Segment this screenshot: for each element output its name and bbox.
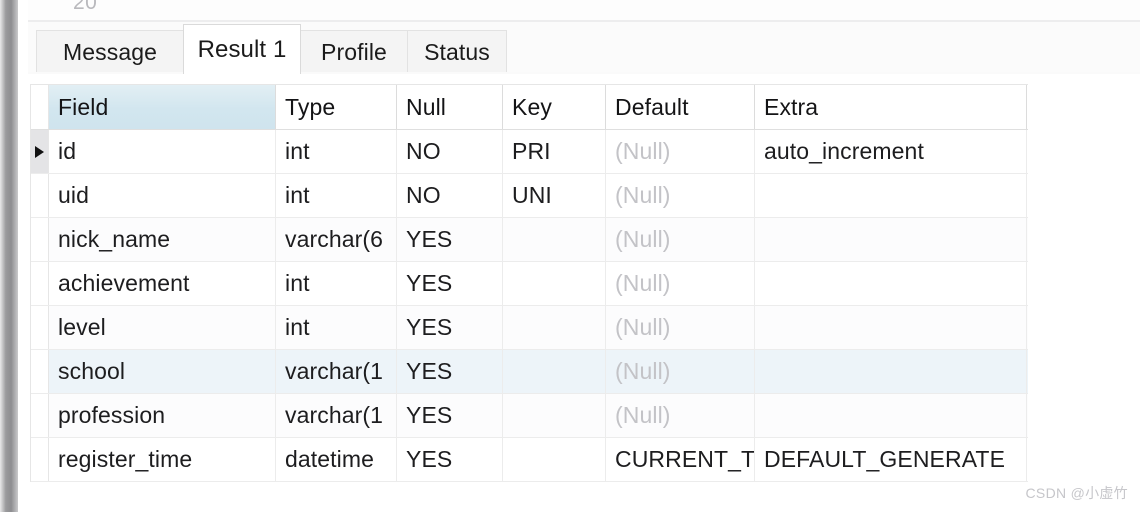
- row-gutter[interactable]: [31, 262, 49, 305]
- cell-key[interactable]: [503, 306, 606, 349]
- tab-result-1[interactable]: Result 1: [183, 24, 301, 74]
- cell-type[interactable]: int: [276, 306, 397, 349]
- row-gutter[interactable]: [31, 130, 49, 173]
- cell-null[interactable]: YES: [397, 350, 503, 393]
- cell-type[interactable]: varchar(1: [276, 350, 397, 393]
- cell-field[interactable]: level: [49, 306, 276, 349]
- cell-field[interactable]: profession: [49, 394, 276, 437]
- cell-field[interactable]: uid: [49, 174, 276, 217]
- watermark: CSDN @小虚竹: [1025, 485, 1128, 501]
- cell-key[interactable]: [503, 394, 606, 437]
- current-row-caret-icon: [35, 145, 44, 158]
- cell-default[interactable]: (Null): [606, 306, 755, 349]
- cell-default[interactable]: (Null): [606, 218, 755, 261]
- cell-default[interactable]: (Null): [606, 130, 755, 173]
- cell-type[interactable]: int: [276, 174, 397, 217]
- cell-extra[interactable]: [755, 218, 1027, 261]
- cell-extra[interactable]: [755, 174, 1027, 217]
- table-row[interactable]: register_time datetime YES CURRENT_T DEFAULT…: [31, 438, 1028, 482]
- cell-extra[interactable]: auto_increment: [755, 130, 1027, 173]
- cell-extra[interactable]: [755, 262, 1027, 305]
- table-row[interactable]: profession varchar(1 YES (Null): [31, 394, 1028, 438]
- cell-field[interactable]: nick_name: [49, 218, 276, 261]
- window-left-inner-edge: [18, 0, 28, 512]
- grid-header-row: Field Type Null Key Default Extra: [31, 85, 1028, 130]
- cell-null[interactable]: YES: [397, 438, 503, 481]
- cell-type[interactable]: varchar(1: [276, 394, 397, 437]
- cell-extra[interactable]: DEFAULT_GENERATE: [755, 438, 1027, 481]
- cell-key[interactable]: [503, 218, 606, 261]
- column-header-default[interactable]: Default: [606, 85, 755, 129]
- table-row[interactable]: level int YES (Null): [31, 306, 1028, 350]
- table-row[interactable]: school varchar(1 YES (Null): [31, 350, 1028, 394]
- cell-field[interactable]: id: [49, 130, 276, 173]
- column-header-field[interactable]: Field: [49, 85, 276, 129]
- column-header-extra[interactable]: Extra: [755, 85, 1027, 129]
- cell-default[interactable]: (Null): [606, 174, 755, 217]
- cell-key[interactable]: [503, 438, 606, 481]
- cell-key[interactable]: [503, 262, 606, 305]
- top-strip: 20: [28, 0, 1140, 22]
- cell-extra[interactable]: [755, 394, 1027, 437]
- cell-default[interactable]: (Null): [606, 262, 755, 305]
- row-gutter[interactable]: [31, 350, 49, 393]
- window-left-edge: [0, 0, 18, 512]
- column-header-key[interactable]: Key: [503, 85, 606, 129]
- cell-null[interactable]: NO: [397, 130, 503, 173]
- cell-key[interactable]: [503, 350, 606, 393]
- cell-field[interactable]: school: [49, 350, 276, 393]
- cell-default[interactable]: CURRENT_T: [606, 438, 755, 481]
- row-gutter[interactable]: [31, 306, 49, 349]
- cell-type[interactable]: datetime: [276, 438, 397, 481]
- column-header-null[interactable]: Null: [397, 85, 503, 129]
- row-gutter[interactable]: [31, 394, 49, 437]
- cell-type[interactable]: varchar(6: [276, 218, 397, 261]
- cell-extra[interactable]: [755, 350, 1027, 393]
- cell-extra[interactable]: [755, 306, 1027, 349]
- cell-default[interactable]: (Null): [606, 394, 755, 437]
- tab-status[interactable]: Status: [407, 30, 507, 74]
- result-panel: 20 Message Result 1 Profile Status Field Typ…: [0, 0, 1140, 512]
- row-gutter[interactable]: [31, 218, 49, 261]
- row-gutter: [31, 85, 49, 129]
- table-row[interactable]: nick_name varchar(6 YES (Null): [31, 218, 1028, 262]
- result-tab-bar: Message Result 1 Profile Status: [28, 22, 1140, 74]
- cell-field[interactable]: achievement: [49, 262, 276, 305]
- cell-key[interactable]: PRI: [503, 130, 606, 173]
- cell-field[interactable]: register_time: [49, 438, 276, 481]
- table-row[interactable]: uid int NO UNI (Null): [31, 174, 1028, 218]
- cell-type[interactable]: int: [276, 262, 397, 305]
- table-row[interactable]: id int NO PRI (Null) auto_increment: [31, 130, 1028, 174]
- column-header-type[interactable]: Type: [276, 85, 397, 129]
- table-row[interactable]: achievement int YES (Null): [31, 262, 1028, 306]
- result-grid[interactable]: Field Type Null Key Default Extra id int NO PRI (N…: [30, 84, 1028, 482]
- tab-message[interactable]: Message: [36, 30, 184, 74]
- cell-key[interactable]: UNI: [503, 174, 606, 217]
- cell-null[interactable]: YES: [397, 262, 503, 305]
- top-fragment-text: 20: [73, 0, 98, 14]
- tab-profile[interactable]: Profile: [300, 30, 408, 74]
- cell-default[interactable]: (Null): [606, 350, 755, 393]
- row-gutter[interactable]: [31, 174, 49, 217]
- cell-null[interactable]: YES: [397, 218, 503, 261]
- cell-null[interactable]: NO: [397, 174, 503, 217]
- cell-type[interactable]: int: [276, 130, 397, 173]
- row-gutter[interactable]: [31, 438, 49, 481]
- cell-null[interactable]: YES: [397, 306, 503, 349]
- cell-null[interactable]: YES: [397, 394, 503, 437]
